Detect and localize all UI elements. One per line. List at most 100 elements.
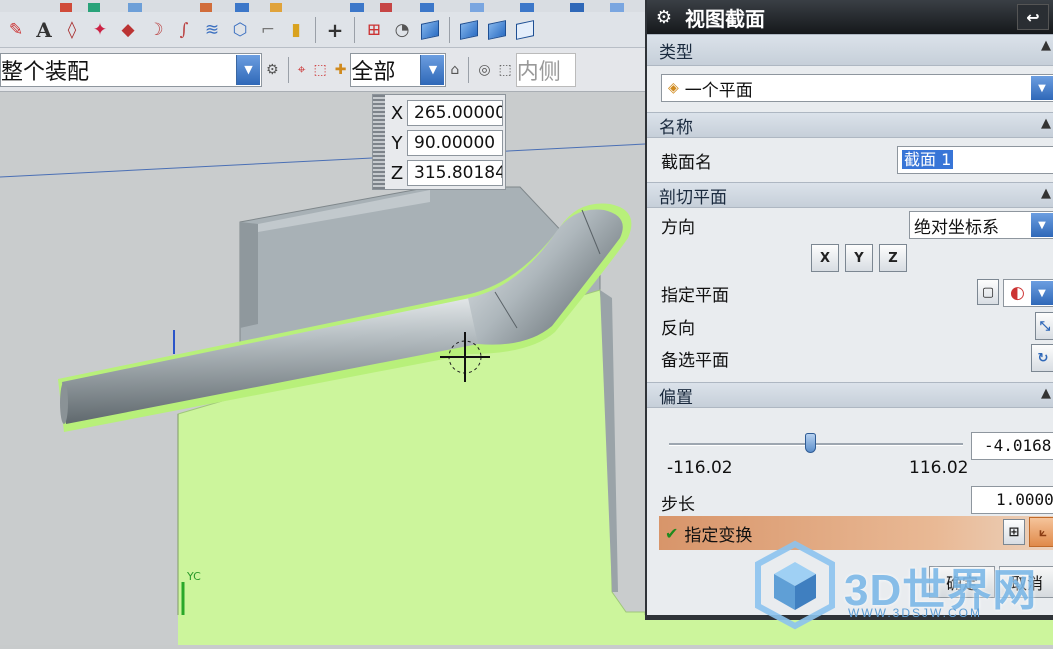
alternate-plane-label: 备选平面 — [661, 350, 729, 371]
view-section-dialog: ⚙ 视图截面 ↩ 类型 ▲ ◈ 一个平面 ▼ 名称 ▲ 截面名 截面 1 剖切平… — [645, 0, 1053, 615]
x-coordinate-input[interactable]: 265.00000 — [407, 100, 503, 126]
y-coordinate-input[interactable]: 90.00000 — [407, 130, 503, 156]
specify-plane-label: 指定平面 — [661, 285, 729, 306]
assembly-filter-select[interactable]: 整个装配 ▼ — [0, 52, 262, 87]
section-header-offset[interactable]: 偏置 ▲ — [647, 382, 1053, 408]
cylinder-icon[interactable]: ⬡ — [226, 16, 254, 44]
graphics-viewport[interactable]: YC ZC X 265.00000 Y 90.00000 Z 315.80184 — [0, 92, 645, 645]
gear-icon[interactable]: ⚙ — [651, 7, 677, 28]
cycle-icon: ↻ — [1037, 350, 1049, 366]
alternate-plane-button[interactable]: ↻ — [1031, 344, 1053, 372]
region-icon[interactable]: ◊ — [58, 16, 86, 44]
pattern-icon[interactable]: ◆ — [114, 16, 142, 44]
dialog-title: 视图截面 — [685, 6, 765, 31]
collapse-icon[interactable]: ▲ — [1041, 386, 1051, 401]
csys-icon: ⟀ — [1039, 524, 1047, 540]
stack-icon[interactable]: ≋ — [198, 16, 226, 44]
chevron-down-icon[interactable]: ▼ — [1031, 76, 1053, 100]
z-coordinate-input[interactable]: 315.80184 — [407, 160, 503, 186]
section-header-type[interactable]: 类型 ▲ — [647, 34, 1053, 66]
section-header-name[interactable]: 名称 ▲ — [647, 112, 1053, 138]
plane-y-icon: Y — [854, 250, 864, 266]
chevron-down-icon[interactable]: ▼ — [1031, 213, 1053, 237]
plane-select[interactable]: ◐ ▼ — [1003, 279, 1053, 307]
toolbar-separator — [287, 56, 289, 83]
chevron-down-icon[interactable]: ▼ — [1031, 281, 1053, 305]
reverse-icon: ⤡ — [1039, 318, 1051, 334]
step-value: 1.0000 — [996, 490, 1053, 509]
plane-x-button[interactable]: X — [811, 244, 839, 272]
text-icon[interactable]: A — [30, 16, 58, 44]
filter-icon[interactable]: ⌂ — [450, 62, 459, 78]
reverse-row: 反向 ⤡ — [647, 310, 1053, 342]
toolbar-separator — [354, 16, 355, 43]
toolbar-separator — [449, 16, 450, 43]
section-header-cut-plane-label: 剖切平面 — [659, 187, 727, 208]
reverse-button[interactable]: ⤡ — [1035, 312, 1053, 340]
box-select-icon[interactable]: ⬚ — [499, 62, 512, 78]
snap-point-icon[interactable]: ◎ — [478, 62, 490, 78]
shape-icon[interactable]: ☽ — [142, 16, 170, 44]
direction-select[interactable]: 绝对坐标系 ▼ — [909, 211, 1053, 239]
model-scene: YC ZC — [0, 143, 645, 645]
snap-icon[interactable]: ⌖ — [298, 62, 306, 78]
sketch-icon[interactable]: ✎ — [2, 16, 30, 44]
offset-slider-thumb[interactable] — [805, 433, 817, 453]
cube-right-icon[interactable] — [483, 16, 511, 44]
chevron-down-icon[interactable]: ▼ — [420, 54, 445, 85]
render-icon[interactable]: ◔ — [388, 16, 416, 44]
coordinate-input-box: X 265.00000 Y 90.00000 Z 315.80184 — [372, 94, 506, 190]
collapse-icon[interactable]: ▲ — [1041, 38, 1051, 53]
watermark-url: WWW.3DSJW.COM — [848, 606, 982, 620]
inner-select[interactable]: 内侧 — [515, 52, 576, 87]
cube-wire-icon[interactable] — [511, 16, 539, 44]
section-name-label: 截面名 — [661, 152, 712, 173]
tag-icon[interactable]: ✦ — [86, 16, 114, 44]
toolbar-row-filters: 整个装配 ▼ ⚙ ⌖ ⬚ ✚ 全部 ▼ ⌂ ◎ ⬚ 内侧 — [0, 48, 645, 92]
selection-icon[interactable]: ⬚ — [313, 62, 326, 78]
offset-min-label: -116.02 — [667, 458, 733, 478]
top-toolbar-strip — [0, 0, 645, 12]
fit-view-icon[interactable]: ⊞ — [360, 16, 388, 44]
cube-view-icon[interactable] — [416, 16, 444, 44]
bracket-edge — [240, 222, 258, 328]
toolbar-row-features: ✎ A ◊ ✦ ◆ ☽ ∫ ≋ ⬡ ⌐ ▮ + ⊞ ◔ — [0, 12, 645, 48]
offset-value-input[interactable]: -4.0168 — [971, 432, 1053, 460]
specify-transform-label: 指定变换 — [684, 525, 753, 546]
offset-max-label: 116.02 — [909, 458, 969, 478]
sweep-icon[interactable]: ∫ — [170, 16, 198, 44]
collapse-icon[interactable]: ▲ — [1041, 116, 1051, 131]
drag-handle[interactable] — [373, 95, 385, 189]
watermark: 3D世界网 WWW.3DSJW.COM — [752, 540, 1053, 630]
direction-row: 方向 绝对坐标系 ▼ — [647, 208, 1053, 242]
step-label: 步长 — [661, 495, 695, 515]
section-header-name-label: 名称 — [659, 117, 693, 138]
toolbar-separator — [315, 16, 316, 43]
return-icon[interactable]: ↩ — [1017, 4, 1049, 30]
check-icon: ✔ — [665, 523, 679, 543]
plane-y-button[interactable]: Y — [845, 244, 873, 272]
plane-dialog-button[interactable]: ▢ — [977, 279, 999, 305]
collapse-icon[interactable]: ▲ — [1041, 186, 1051, 201]
toolbar-strip-icons — [60, 3, 624, 12]
plane-type-icon: ◈ — [668, 80, 679, 96]
reverse-label: 反向 — [661, 318, 695, 339]
section-header-cut-plane[interactable]: 剖切平面 ▲ — [647, 182, 1053, 208]
scope-filter-select[interactable]: 全部 ▼ — [350, 52, 447, 87]
plane-z-button[interactable]: Z — [879, 244, 907, 272]
plane-dialog-icon: ▢ — [981, 284, 995, 300]
plane-x-icon: X — [819, 250, 831, 266]
type-select[interactable]: ◈ 一个平面 ▼ — [661, 74, 1053, 102]
plus-icon[interactable]: + — [321, 16, 349, 44]
corner-icon[interactable]: ⌐ — [254, 16, 282, 44]
chevron-down-icon[interactable]: ▼ — [236, 54, 260, 85]
section-name-input[interactable]: 截面 1 — [897, 146, 1053, 174]
specify-plane-row: 指定平面 ▢ ◐ ▼ — [647, 276, 1053, 310]
cube-front-icon[interactable] — [455, 16, 483, 44]
alternate-plane-row: 备选平面 ↻ — [647, 342, 1053, 374]
filter-settings-icon[interactable]: ⚙ — [266, 62, 279, 78]
point-icon[interactable]: ✚ — [335, 62, 347, 78]
pin-icon[interactable]: ▮ — [282, 16, 310, 44]
step-input[interactable]: 1.0000 — [971, 486, 1053, 514]
dialog-titlebar[interactable]: ⚙ 视图截面 ↩ — [647, 0, 1053, 34]
